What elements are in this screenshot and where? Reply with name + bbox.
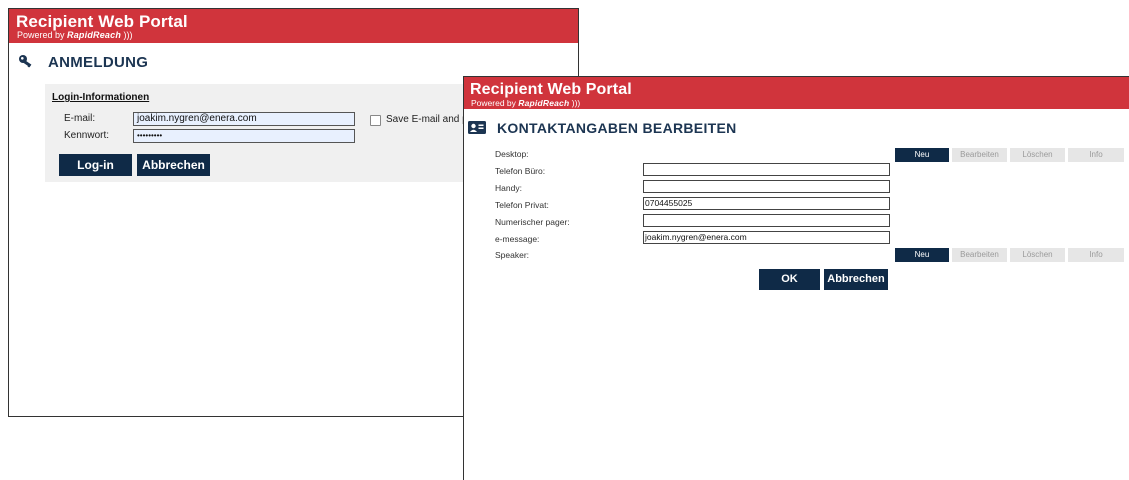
email-field[interactable]: joakim.nygren@enera.com (133, 112, 355, 126)
key-icon (18, 54, 36, 73)
pager-field[interactable] (643, 214, 890, 227)
brand-logo-text: RapidReach (518, 98, 570, 108)
desktop-info-button[interactable]: Info (1068, 148, 1124, 162)
ok-button[interactable]: OK (759, 269, 820, 290)
password-field[interactable]: ••••••••• (133, 129, 355, 143)
mobile-phone-field[interactable] (643, 180, 890, 193)
portal-banner: Recipient Web Portal Powered by RapidRea… (9, 9, 578, 43)
e-message-label: e-message: (495, 234, 540, 244)
speaker-delete-button[interactable]: Löschen (1010, 248, 1065, 262)
portal-title: Recipient Web Portal (16, 12, 188, 31)
save-credentials-checkbox[interactable] (370, 115, 381, 126)
e-message-field[interactable]: joakim.nygren@enera.com (643, 231, 890, 244)
home-phone-label: Telefon Privat: (495, 200, 549, 210)
desktop-edit-button[interactable]: Bearbeiten (952, 148, 1007, 162)
powered-by-prefix: Powered by (17, 30, 68, 40)
brand-waves: ))) (569, 98, 581, 108)
page-title: ANMELDUNG (48, 54, 149, 71)
desktop-delete-button[interactable]: Löschen (1010, 148, 1065, 162)
brand-waves: ))) (121, 30, 133, 40)
home-phone-field[interactable]: 0704455025 (643, 197, 890, 210)
cancel-button[interactable]: Abbrechen (137, 154, 210, 176)
brand-logo-text: RapidReach (67, 30, 122, 40)
section-title: Login-Informationen (52, 92, 150, 103)
password-label: Kennwort: (64, 130, 110, 141)
office-phone-label: Telefon Büro: (495, 166, 546, 176)
powered-by-prefix: Powered by (471, 98, 519, 108)
email-label: E-mail: (64, 113, 96, 124)
save-credentials-label: Save E-mail and p (386, 114, 468, 125)
speaker-info-button[interactable]: Info (1068, 248, 1124, 262)
powered-by: Powered by RapidReach ))) (471, 98, 580, 108)
office-phone-field[interactable] (643, 163, 890, 176)
speaker-new-button[interactable]: Neu (895, 248, 949, 262)
speaker-edit-button[interactable]: Bearbeiten (952, 248, 1007, 262)
desktop-label: Desktop: (495, 149, 529, 159)
contact-details-window: Recipient Web Portal Powered by RapidRea… (463, 76, 1129, 480)
desktop-new-button[interactable]: Neu (895, 148, 949, 162)
page-title: KONTAKTANGABEN BEARBEITEN (497, 120, 737, 136)
contact-card-icon (468, 121, 486, 139)
cancel-button[interactable]: Abbrechen (824, 269, 888, 290)
pager-label: Numerischer pager: (495, 217, 570, 227)
mobile-phone-label: Handy: (495, 183, 522, 193)
portal-title: Recipient Web Portal (470, 81, 632, 98)
login-button[interactable]: Log-in (59, 154, 132, 176)
powered-by: Powered by RapidReach ))) (17, 30, 133, 40)
portal-banner: Recipient Web Portal Powered by RapidRea… (464, 77, 1129, 109)
speaker-label: Speaker: (495, 250, 530, 260)
